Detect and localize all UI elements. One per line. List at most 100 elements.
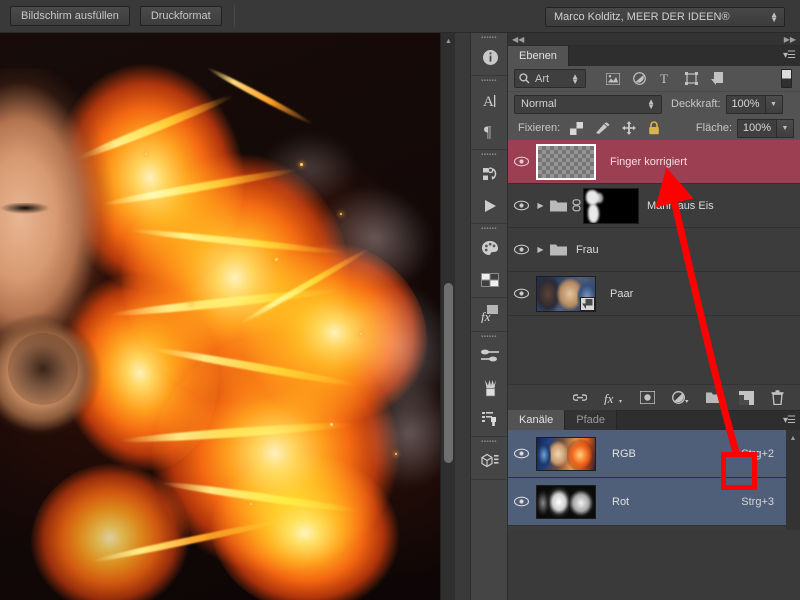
adjustment-layer-icon[interactable] [672, 391, 689, 404]
channel-thumbnail[interactable] [536, 436, 596, 471]
scrollbar-thumb[interactable] [444, 283, 453, 463]
layer-style-fx-icon[interactable]: fx [604, 391, 623, 405]
fill-dropdown-icon[interactable]: ▼ [777, 118, 794, 138]
group-expand-icon[interactable]: ▶ [534, 245, 547, 254]
channel-visibility-toggle[interactable] [508, 448, 534, 459]
new-group-icon[interactable] [706, 391, 722, 404]
opacity-label: Deckkraft: [671, 98, 721, 110]
ember-spark [395, 453, 397, 455]
brush-icon[interactable] [471, 372, 509, 403]
channel-thumbnail[interactable] [536, 484, 596, 519]
character-icon[interactable]: A [471, 85, 509, 116]
artwork-fire-woman [0, 33, 455, 600]
lock-transparency-icon [570, 121, 584, 135]
layer-row-finger-korrigiert[interactable]: Finger korrigiert [508, 140, 800, 184]
fill-label: Fläche: [695, 122, 732, 134]
svg-text:A: A [483, 94, 494, 110]
channel-scrollbar[interactable]: ▲ [786, 430, 800, 530]
color-icon[interactable] [471, 233, 509, 264]
annotation-highlight-box [721, 452, 757, 490]
layer-visibility-toggle[interactable] [508, 156, 534, 167]
layer-row-paar[interactable]: Paar [508, 272, 800, 316]
blend-mode-select[interactable]: Normal ▲ ▼ [514, 94, 662, 114]
channel-visibility-toggle[interactable] [508, 496, 534, 507]
layer-toolbar: fx [508, 384, 800, 410]
opacity-dropdown-icon[interactable]: ▼ [765, 94, 783, 114]
new-layer-icon[interactable] [739, 390, 754, 405]
filter-kind-value: Art [535, 72, 550, 85]
styles-icon[interactable]: fx [471, 298, 509, 329]
fill-screen-button[interactable]: Bildschirm ausfüllen [10, 6, 130, 26]
opacity-input[interactable]: 100% [725, 94, 766, 114]
filter-enable-toggle[interactable] [781, 69, 792, 88]
folder-icon [547, 199, 569, 212]
type-filter-icon: T [660, 72, 668, 85]
delete-layer-icon[interactable] [771, 390, 784, 405]
layer-name[interactable]: Frau [576, 244, 599, 256]
layer-row-frau[interactable]: ▶ Frau [508, 228, 800, 272]
fill-input[interactable]: 100% [737, 118, 777, 138]
tool-preset-select[interactable]: Marco Kolditz, MEER DER IDEEN® ▲ ▼ [545, 7, 785, 27]
dock-grip[interactable]: ▪▪▪▪▪▪ [471, 150, 507, 159]
collapse-right-icon[interactable]: ▶▶ [784, 35, 796, 44]
panel-menu-icon[interactable]: ▾☰ [783, 50, 796, 61]
link-icon[interactable] [569, 199, 583, 212]
collapse-left-icon[interactable]: ◀◀ [512, 35, 524, 44]
eye-icon [513, 156, 529, 167]
svg-text:¶: ¶ [484, 124, 492, 140]
layer-visibility-toggle[interactable] [508, 288, 534, 299]
layer-visibility-toggle[interactable] [508, 244, 534, 255]
layer-visibility-toggle[interactable] [508, 200, 534, 211]
smoke-wisp [250, 123, 370, 213]
svg-text:T: T [660, 72, 668, 85]
dock-grip[interactable]: ▪▪▪▪▪▪ [471, 33, 507, 42]
layer-list[interactable]: Finger korrigiert ▶ Mann aus Eis ▶ Frau … [508, 140, 800, 384]
chevron-updown-icon: ▲ ▼ [647, 97, 655, 111]
3d-icon[interactable] [471, 446, 509, 477]
canvas-vertical-scrollbar[interactable]: ▲ [440, 33, 455, 600]
paragraph-icon[interactable]: ¶ [471, 116, 509, 147]
scroll-up-icon[interactable]: ▲ [786, 433, 800, 443]
ember-spark [330, 423, 333, 426]
document-canvas[interactable] [0, 33, 455, 600]
link-layers-icon[interactable] [573, 391, 587, 404]
panel-menu-icon[interactable]: ▾☰ [783, 415, 796, 426]
dock-grip[interactable]: ▪▪▪▪▪▪ [471, 76, 507, 85]
dock-collapse-bar: ◀◀ ▶▶ [508, 33, 800, 46]
filter-kind-select[interactable]: Art ▲ ▼ [514, 69, 586, 88]
layer-thumbnail[interactable] [536, 275, 596, 312]
info-icon[interactable] [471, 42, 509, 73]
lock-label: Fixieren: [518, 122, 561, 134]
add-mask-icon[interactable] [640, 391, 655, 404]
dock-grip[interactable]: ▪▪▪▪▪▪ [471, 332, 507, 341]
layer-name[interactable]: Finger korrigiert [610, 156, 687, 168]
layer-name[interactable]: Mann aus Eis [647, 200, 714, 212]
blend-mode-value: Normal [521, 98, 557, 110]
lock-row: Fixieren: Fläche: 100% ▼ [508, 116, 800, 140]
brush-presets-icon[interactable] [471, 403, 509, 434]
swatches-icon[interactable] [471, 264, 509, 295]
tab-ebenen[interactable]: Ebenen [508, 46, 569, 66]
tab-pfade[interactable]: Pfade [565, 410, 618, 430]
print-size-button[interactable]: Druckformat [139, 6, 222, 26]
history-icon[interactable] [471, 159, 509, 190]
dock-group-history: ▪▪▪▪▪▪ [471, 150, 507, 224]
layer-mask-thumbnail[interactable] [583, 187, 639, 224]
search-icon [519, 73, 530, 84]
eye-icon [513, 448, 529, 459]
eye-icon [513, 496, 529, 507]
dock-group-adjustments: ▪▪▪▪▪▪ [471, 332, 507, 437]
dock-grip[interactable]: ▪▪▪▪▪▪ [471, 437, 507, 446]
group-expand-icon[interactable]: ▶ [534, 201, 547, 210]
layer-thumbnail[interactable] [536, 143, 596, 180]
transparency-checker [538, 145, 594, 178]
lock-all-icon [649, 121, 659, 135]
tab-kanaele[interactable]: Kanäle [508, 410, 566, 430]
ember-spark [190, 303, 192, 305]
adjustments-icon[interactable] [471, 341, 509, 372]
scroll-up-icon[interactable]: ▲ [441, 35, 456, 48]
layer-name[interactable]: Paar [610, 288, 633, 300]
actions-icon[interactable] [471, 190, 509, 221]
dock-grip[interactable]: ▪▪▪▪▪▪ [471, 224, 507, 233]
layer-row-mann-aus-eis[interactable]: ▶ Mann aus Eis [508, 184, 800, 228]
